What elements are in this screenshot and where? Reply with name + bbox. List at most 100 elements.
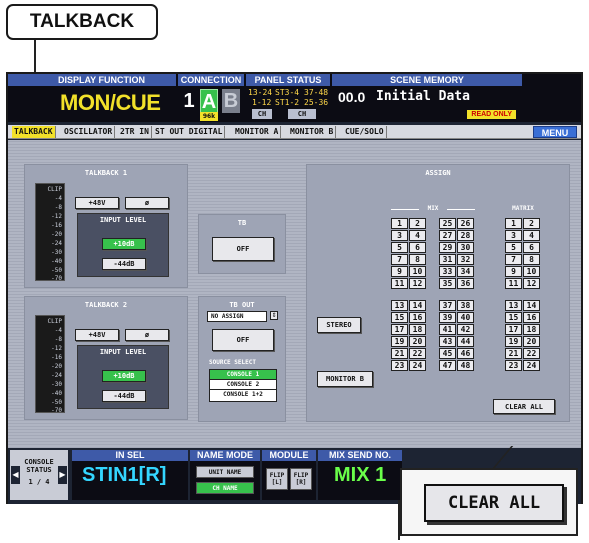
tab-2tr-in[interactable]: 2TR IN — [118, 126, 152, 138]
mix-8[interactable]: 8 — [409, 254, 426, 265]
flip-r-button[interactable]: FLIP [R] — [290, 468, 312, 490]
matrix-12[interactable]: 12 — [523, 278, 540, 289]
mix-19[interactable]: 19 — [391, 336, 408, 347]
matrix-14[interactable]: 14 — [523, 300, 540, 311]
mix-20[interactable]: 20 — [409, 336, 426, 347]
mix-32[interactable]: 32 — [457, 254, 474, 265]
mix-13[interactable]: 13 — [391, 300, 408, 311]
matrix-6[interactable]: 6 — [523, 242, 540, 253]
connection-a[interactable]: A — [200, 89, 218, 113]
mix-12[interactable]: 12 — [409, 278, 426, 289]
source-console-1[interactable]: CONSOLE 1 — [210, 370, 276, 380]
mix-23[interactable]: 23 — [391, 360, 408, 371]
tab-cue-solo[interactable]: CUE/SOLO — [343, 126, 387, 138]
mix-33[interactable]: 33 — [439, 266, 456, 277]
matrix-3[interactable]: 3 — [505, 230, 522, 241]
mix-28[interactable]: 28 — [457, 230, 474, 241]
mix-39[interactable]: 39 — [439, 312, 456, 323]
matrix-13[interactable]: 13 — [505, 300, 522, 311]
mix-15[interactable]: 15 — [391, 312, 408, 323]
mix-24[interactable]: 24 — [409, 360, 426, 371]
mix-42[interactable]: 42 — [457, 324, 474, 335]
clear-all-button[interactable]: CLEAR ALL — [493, 399, 555, 414]
talkback1-48v-button[interactable]: +48V — [75, 197, 119, 209]
matrix-17[interactable]: 17 — [505, 324, 522, 335]
talkback1-phase-button[interactable]: ø — [125, 197, 169, 209]
mix-21[interactable]: 21 — [391, 348, 408, 359]
matrix-9[interactable]: 9 — [505, 266, 522, 277]
matrix-11[interactable]: 11 — [505, 278, 522, 289]
menu-button[interactable]: MENU — [533, 126, 577, 138]
mix-34[interactable]: 34 — [457, 266, 474, 277]
matrix-15[interactable]: 15 — [505, 312, 522, 323]
matrix-5[interactable]: 5 — [505, 242, 522, 253]
console-status-right-arrow-icon[interactable]: ▶ — [58, 466, 67, 484]
flip-l-button[interactable]: FLIP [L] — [266, 468, 288, 490]
mix-38[interactable]: 38 — [457, 300, 474, 311]
mix-48[interactable]: 48 — [457, 360, 474, 371]
mix-35[interactable]: 35 — [439, 278, 456, 289]
mix-16[interactable]: 16 — [409, 312, 426, 323]
talkback1-10db-button[interactable]: +10dB — [102, 238, 146, 250]
source-console-1-2[interactable]: CONSOLE 1+2 — [210, 390, 276, 400]
mix-11[interactable]: 11 — [391, 278, 408, 289]
matrix-20[interactable]: 20 — [523, 336, 540, 347]
mix-40[interactable]: 40 — [457, 312, 474, 323]
mix-37[interactable]: 37 — [439, 300, 456, 311]
mix-41[interactable]: 41 — [439, 324, 456, 335]
mix-7[interactable]: 7 — [391, 254, 408, 265]
mix-17[interactable]: 17 — [391, 324, 408, 335]
talkback2-44db-button[interactable]: -44dB — [102, 390, 146, 402]
mix-27[interactable]: 27 — [439, 230, 456, 241]
unit-name-button[interactable]: UNIT NAME — [196, 466, 254, 478]
mix-9[interactable]: 9 — [391, 266, 408, 277]
mix-43[interactable]: 43 — [439, 336, 456, 347]
matrix-21[interactable]: 21 — [505, 348, 522, 359]
mix-4[interactable]: 4 — [409, 230, 426, 241]
mix-6[interactable]: 6 — [409, 242, 426, 253]
mix-2[interactable]: 2 — [409, 218, 426, 229]
ch-name-button[interactable]: CH NAME — [196, 482, 254, 494]
mix-1[interactable]: 1 — [391, 218, 408, 229]
mix-29[interactable]: 29 — [439, 242, 456, 253]
talkback2-48v-button[interactable]: +48V — [75, 329, 119, 341]
mix-25[interactable]: 25 — [439, 218, 456, 229]
tab-monitor-a[interactable]: MONITOR A — [233, 126, 282, 138]
tb-out-off-button[interactable]: OFF — [212, 329, 274, 351]
talkback2-10db-button[interactable]: +10dB — [102, 370, 146, 382]
mix-45[interactable]: 45 — [439, 348, 456, 359]
matrix-2[interactable]: 2 — [523, 218, 540, 229]
mix-14[interactable]: 14 — [409, 300, 426, 311]
mix-3[interactable]: 3 — [391, 230, 408, 241]
console-status-left-arrow-icon[interactable]: ◀ — [11, 466, 20, 484]
matrix-10[interactable]: 10 — [523, 266, 540, 277]
mix-36[interactable]: 36 — [457, 278, 474, 289]
mix-44[interactable]: 44 — [457, 336, 474, 347]
matrix-4[interactable]: 4 — [523, 230, 540, 241]
matrix-1[interactable]: 1 — [505, 218, 522, 229]
mix-47[interactable]: 47 — [439, 360, 456, 371]
mix-5[interactable]: 5 — [391, 242, 408, 253]
mix-46[interactable]: 46 — [457, 348, 474, 359]
matrix-22[interactable]: 22 — [523, 348, 540, 359]
talkback2-phase-button[interactable]: ø — [125, 329, 169, 341]
mix-10[interactable]: 10 — [409, 266, 426, 277]
matrix-8[interactable]: 8 — [523, 254, 540, 265]
tb-out-spin[interactable]: ⇕ — [270, 311, 278, 320]
mix-30[interactable]: 30 — [457, 242, 474, 253]
matrix-18[interactable]: 18 — [523, 324, 540, 335]
mix-26[interactable]: 26 — [457, 218, 474, 229]
matrix-23[interactable]: 23 — [505, 360, 522, 371]
source-console-2[interactable]: CONSOLE 2 — [210, 380, 276, 390]
mix-31[interactable]: 31 — [439, 254, 456, 265]
assign-stereo-button[interactable]: STEREO — [317, 317, 361, 333]
tab-talkback[interactable]: TALKBACK — [12, 126, 56, 138]
matrix-24[interactable]: 24 — [523, 360, 540, 371]
mix-18[interactable]: 18 — [409, 324, 426, 335]
tab-monitor-b[interactable]: MONITOR B — [288, 126, 337, 138]
tab-oscillator[interactable]: OSCILLATOR — [62, 126, 116, 138]
assign-monitor-b-button[interactable]: MONITOR B — [317, 371, 373, 387]
talkback1-44db-button[interactable]: -44dB — [102, 258, 146, 270]
mix-22[interactable]: 22 — [409, 348, 426, 359]
connection-b[interactable]: B — [222, 89, 240, 113]
